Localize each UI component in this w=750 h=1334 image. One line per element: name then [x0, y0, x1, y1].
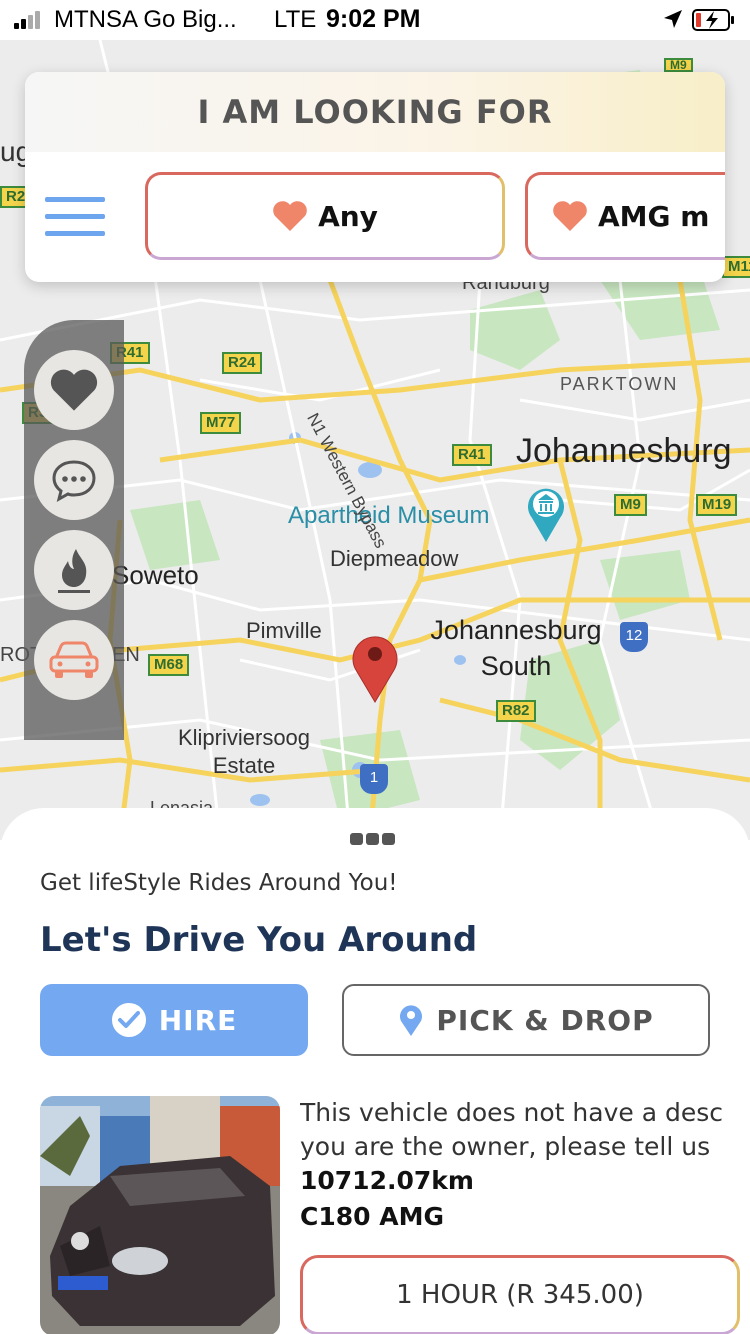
pick-drop-button[interactable]: PICK & DROP [342, 984, 710, 1056]
road-shield-m11: M11 [722, 256, 750, 278]
map-label-diepmeadow: Diepmeadow [330, 546, 459, 571]
vehicle-description-line: This vehicle does not have a desc [300, 1098, 723, 1127]
road-shield-m9-north: M9 [664, 58, 693, 72]
pick-drop-button-label: PICK & DROP [436, 1003, 654, 1037]
filter-chip-any[interactable]: Any [145, 172, 505, 260]
museum-icon [528, 488, 564, 542]
road-shield-m19: M19 [696, 494, 738, 516]
menu-icon-bar [45, 214, 105, 219]
road-shield-m77: M77 [200, 412, 242, 434]
road-shield-r41-east: R41 [452, 444, 492, 466]
route-shield-12: 12 [620, 622, 648, 652]
map-pin-icon[interactable] [350, 630, 400, 704]
road-shield-r24: R24 [222, 352, 262, 374]
favorites-button[interactable] [34, 350, 114, 430]
vehicle-photo[interactable] [40, 1096, 280, 1334]
map-label-klipriviersoog: Klipriviersoog Estate [177, 725, 311, 778]
filter-chip-label: AMG m [598, 199, 710, 233]
hourly-rate-label: 1 HOUR (R 345.00) [396, 1280, 644, 1310]
status-time: 9:02 PM [326, 5, 421, 33]
heart-icon [273, 201, 307, 231]
heart-icon [50, 369, 98, 411]
heart-icon [553, 201, 587, 231]
map-label-apartheid-museum: Apartheid Museum [288, 502, 490, 529]
vehicle-distance: 10712.07km [300, 1166, 474, 1195]
search-title: I AM LOOKING FOR [25, 72, 725, 152]
car-icon [49, 641, 99, 678]
filter-chip-amg[interactable]: AMG m [525, 172, 725, 260]
filter-chip-label: Any [318, 199, 378, 233]
hamburger-menu-button[interactable] [45, 197, 105, 237]
search-card: I AM LOOKING FOR Any AMG m [25, 72, 725, 282]
map-label-soweto: Soweto [112, 560, 199, 590]
road-shield-r82: R82 [496, 700, 536, 722]
vehicle-model: C180 AMG [300, 1202, 444, 1231]
battery-icon [692, 9, 734, 31]
signal-strength-icon [14, 11, 46, 29]
sheet-drag-handle[interactable] [350, 830, 400, 845]
chat-button[interactable] [34, 440, 114, 520]
map-label-pimville: Pimville [246, 618, 322, 643]
hire-button[interactable]: HIRE [40, 984, 308, 1056]
road-shield-m9: M9 [614, 494, 647, 516]
network-type: LTE [274, 6, 317, 33]
route-shield-1: 1 [360, 764, 388, 794]
status-bar: MTNSA Go Big... LTE 9:02 PM [0, 0, 750, 40]
location-arrow-icon [664, 10, 682, 28]
trending-button[interactable] [34, 530, 114, 610]
fire-icon [58, 549, 90, 593]
chat-icon [52, 460, 96, 502]
map-label-johannesburg-south: Johannesburg South [430, 615, 602, 681]
carrier-name: MTNSA Go Big... [54, 6, 237, 33]
vehicle-description: This vehicle does not have a desc you ar… [300, 1096, 750, 1164]
check-circle-icon [111, 1003, 146, 1037]
map-label-johannesburg: Johannesburg [516, 432, 732, 470]
bottom-sheet[interactable]: Get lifeStyle Rides Around You! Let's Dr… [0, 808, 750, 1334]
menu-icon-bar [45, 231, 105, 236]
menu-icon-bar [45, 197, 105, 202]
vehicle-description-line: you are the owner, please tell us [300, 1132, 711, 1161]
vehicle-image [40, 1096, 280, 1334]
hire-button-label: HIRE [158, 1003, 238, 1037]
location-pin-icon [400, 1005, 423, 1036]
sheet-subtitle: Get lifeStyle Rides Around You! [40, 870, 398, 896]
road-shield-m68: M68 [148, 654, 190, 676]
side-toolbar [24, 320, 124, 740]
vehicles-button[interactable] [34, 620, 114, 700]
map-label-parktown: PARKTOWN [560, 374, 679, 394]
sheet-headline: Let's Drive You Around [40, 920, 478, 960]
hourly-rate-button[interactable]: 1 HOUR (R 345.00) [300, 1255, 740, 1334]
